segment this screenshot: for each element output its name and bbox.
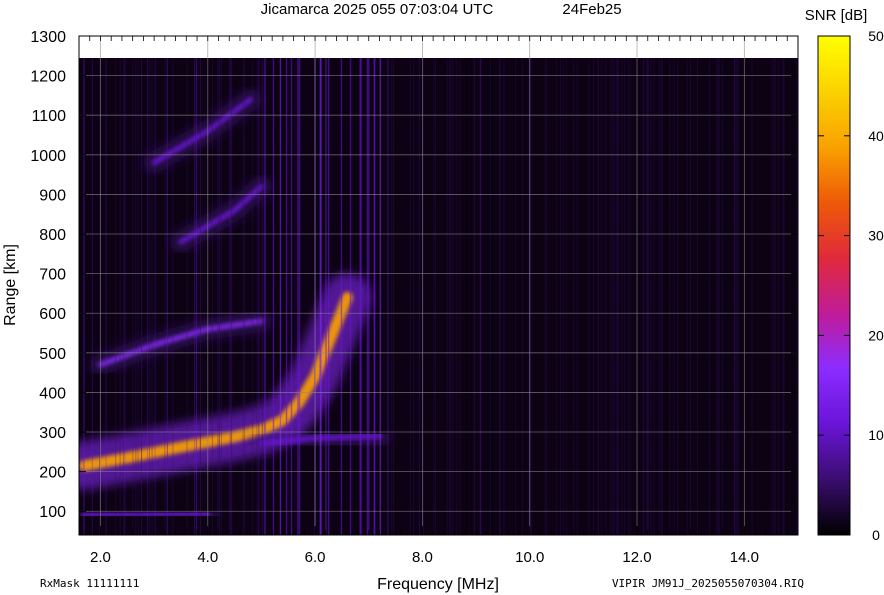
x-tick-label: 14.0	[730, 549, 759, 566]
colorbar-tick-label: 30	[868, 228, 884, 244]
y-tick-label: 500	[39, 346, 66, 363]
y-tick-label: 700	[39, 267, 66, 284]
y-tick-label: 1000	[30, 148, 66, 165]
colorbar-ramp	[817, 35, 851, 536]
ionogram-chart: Jicamarca 2025 055 07:03:04 UTC 24Feb25 …	[2, 1, 884, 593]
colorbar: SNR [dB] 0 10 20 30 40 50	[805, 7, 884, 543]
colorbar-tick-label: 10	[868, 427, 884, 443]
y-tick-label: 300	[39, 425, 66, 442]
chart-date: 24Feb25	[562, 1, 621, 18]
colorbar-tick-label: 0	[872, 527, 880, 543]
x-tick-label: 12.0	[622, 549, 651, 566]
y-tick-label: 1300	[30, 29, 66, 46]
colorbar-tick-label: 50	[868, 28, 884, 44]
x-tick-label: 4.0	[197, 549, 218, 566]
y-axis-label: Range [km]	[2, 244, 19, 326]
y-tick-label: 800	[39, 227, 66, 244]
y-tick-label: 400	[39, 385, 66, 402]
colorbar-tick-label: 40	[868, 128, 884, 144]
y-tick-label: 600	[39, 306, 66, 323]
echo-trace	[81, 510, 211, 518]
y-tick-label: 1200	[30, 69, 66, 86]
footer-right: VIPIR JM91J_2025055070304.RIQ	[612, 577, 804, 590]
x-tick-label: 2.0	[90, 549, 111, 566]
x-tick-label: 10.0	[515, 549, 544, 566]
x-tick-label: 6.0	[305, 549, 326, 566]
colorbar-tick-label: 20	[868, 327, 884, 343]
footer-left: RxMask 11111111	[40, 577, 139, 590]
x-tick-label: 8.0	[412, 549, 433, 566]
y-tick-label: 900	[39, 187, 66, 204]
colorbar-label: SNR [dB]	[805, 7, 868, 24]
y-tick-label: 1100	[32, 108, 67, 125]
y-tick-label: 200	[39, 465, 66, 482]
chart-title: Jicamarca 2025 055 07:03:04 UTC	[261, 1, 494, 18]
x-axis-label: Frequency [MHz]	[377, 576, 499, 593]
y-tick-label: 100	[39, 504, 66, 521]
